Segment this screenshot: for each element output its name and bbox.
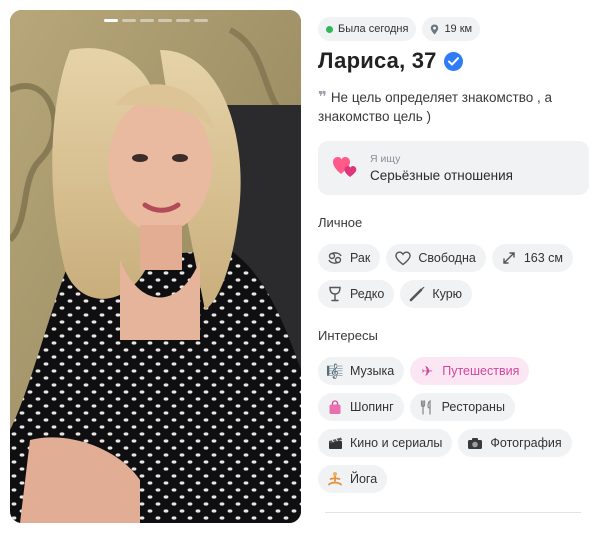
chip-label: Музыка [350,364,395,378]
chip-label: Шопинг [350,400,394,414]
photo-pager-dot[interactable] [157,19,172,22]
chip-label: Кино и сериалы [350,436,443,450]
interests-chips-row-1: 🎼 Музыка ✈ Путешествия [318,357,530,385]
personal-section-title: Личное [318,215,363,230]
clapperboard-icon [326,434,344,452]
chip-label: Йога [350,472,378,486]
music-icon: 🎼 [326,362,344,379]
chip-alcohol: Редко [318,280,395,308]
interests-chips-row-4: Йога [318,465,388,493]
photo-pager-dot[interactable] [103,19,118,22]
chip-height: 163 см [491,244,573,272]
airplane-icon: ✈ [421,362,434,379]
yoga-icon [326,470,344,488]
chip-label: Рестораны [441,400,505,414]
photo-pager-dot[interactable] [175,19,190,22]
online-status-badge: Была сегодня [318,17,417,41]
distance-badge: 19 км [422,17,481,41]
chip-label: Фотография [490,436,562,450]
divider [325,512,581,513]
camera-icon [466,434,484,452]
status-row: Была сегодня 19 км [318,17,481,41]
chip-label: Курю [432,287,463,301]
chip-label: Редко [350,287,385,301]
profile-info: Была сегодня 19 км Лариса, 37 ❞ Не цель о… [318,0,594,535]
quote-mark-icon: ❞ [318,89,327,106]
heart-outline-icon [394,249,412,267]
interests-chips-row-2: Шопинг Рестораны [318,393,515,421]
profile-photo-image [10,10,301,523]
chip-travel: ✈ Путешествия [410,357,530,385]
chip-label: Путешествия [442,364,520,378]
chip-movies: Кино и сериалы [318,429,453,457]
name-row: Лариса, 37 [318,48,463,74]
chip-music: 🎼 Музыка [318,357,405,385]
chip-restaurants: Рестораны [409,393,515,421]
chip-label: Рак [350,251,371,265]
profile-photo[interactable] [10,10,301,523]
looking-for-value: Серьёзные отношения [370,168,513,183]
profile-name-age: Лариса, 37 [318,48,437,73]
looking-for-card: Я ищу Серьёзные отношения [318,141,589,195]
cutlery-icon [418,398,436,416]
profile-quote-text: Не цель определяет знакомство , а знаком… [318,90,553,124]
chip-photography: Фотография [458,429,572,457]
personal-chips-row-2: Редко Курю [318,280,473,308]
shopping-bag-icon [326,398,344,416]
online-dot-icon [326,25,333,33]
photo-pager-dot[interactable] [139,19,154,22]
looking-for-label: Я ищу [370,153,401,165]
chip-label: Свободна [418,251,476,265]
wine-glass-icon [326,285,344,303]
interests-section-title: Интересы [318,328,378,343]
two-hearts-icon [332,154,358,183]
height-arrows-icon [500,249,518,267]
chip-shopping: Шопинг [318,393,404,421]
photo-pager-dot[interactable] [121,19,136,22]
personal-chips-row: Рак Свободна 163 см [318,244,573,272]
profile-quote: ❞ Не цель определяет знакомство , а знако… [318,88,588,126]
location-pin-icon [431,24,439,34]
chip-smoking: Курю [400,280,473,308]
chip-yoga: Йога [318,465,388,493]
chip-zodiac: Рак [318,244,381,272]
photo-pager-dot[interactable] [193,19,208,22]
online-status-label: Была сегодня [338,23,409,35]
verified-check-icon[interactable] [443,51,463,71]
photo-pager [10,19,301,22]
chip-relationship-status: Свободна [386,244,486,272]
chip-label: 163 см [523,251,563,265]
smoking-icon [408,285,426,303]
distance-label: 19 км [444,23,473,35]
zodiac-cancer-icon [326,249,344,267]
interests-chips-row-3: Кино и сериалы Фотография [318,429,572,457]
